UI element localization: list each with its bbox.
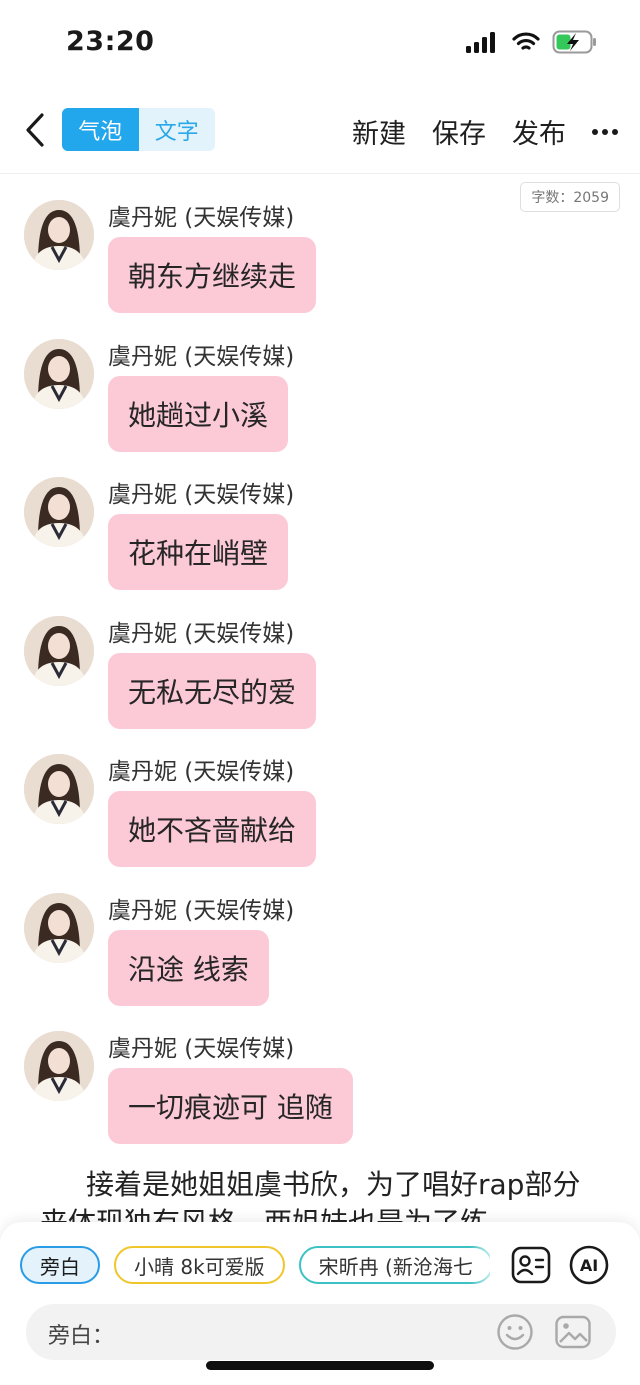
message-bubble[interactable]: 她不吝啬献给 xyxy=(108,791,317,867)
status-icons xyxy=(466,30,598,54)
image-icon xyxy=(555,1315,591,1349)
role-chip-song-xinran[interactable]: 宋昕冉 (新沧海七 xyxy=(298,1246,490,1284)
ai-button[interactable]: AI xyxy=(568,1244,610,1286)
chat-message[interactable]: 虞丹妮 (天娱传媒) 她趟过小溪 xyxy=(0,335,640,474)
roles-fade xyxy=(470,1246,500,1286)
back-button[interactable] xyxy=(18,108,52,152)
tab-bubble[interactable]: 气泡 xyxy=(62,108,139,151)
message-bubble[interactable]: 一切痕迹可 追随 xyxy=(108,1068,353,1144)
role-chip-narrator[interactable]: 旁白 xyxy=(20,1246,100,1284)
avatar[interactable] xyxy=(24,892,94,963)
sender-name: 虞丹妮 (天娱传媒) xyxy=(108,1036,295,1062)
mode-segmented-control: 气泡 文字 xyxy=(62,108,215,151)
ai-icon: AI xyxy=(569,1245,609,1285)
message-bubble[interactable]: 沿途 线索 xyxy=(108,929,269,1006)
sender-name: 虞丹妮 (天娱传媒) xyxy=(108,620,295,647)
avatar[interactable] xyxy=(24,1031,94,1101)
tab-text[interactable]: 文字 xyxy=(139,108,216,151)
avatar[interactable] xyxy=(24,200,94,270)
avatar[interactable] xyxy=(24,477,94,547)
message-bubble[interactable]: 她趟过小溪 xyxy=(108,375,289,452)
composer-role-label: 旁白： xyxy=(48,1324,115,1349)
chat-message[interactable]: 虞丹妮 (天娱传媒) 她不吝啬献给 xyxy=(0,750,640,889)
composer-input[interactable] xyxy=(110,1312,490,1352)
avatar[interactable] xyxy=(24,615,94,686)
message-list[interactable]: 虞丹妮 (天娱传媒) 朝东方继续走 虞丹妮 (天娱传媒) 她趟过小溪 虞丹妮 (… xyxy=(0,196,640,1166)
nav-actions: 新建 保存 发布 xyxy=(326,112,618,151)
wifi-icon xyxy=(512,32,540,50)
composer-input-bar: 旁白： xyxy=(26,1304,616,1360)
more-button[interactable] xyxy=(592,114,618,150)
role-chip-xiaoqing[interactable]: 小晴 8k可爱版 xyxy=(114,1246,285,1284)
nav-bar: 气泡 文字 新建 保存 发布 xyxy=(0,86,640,174)
chat-message[interactable]: 虞丹妮 (天娱传媒) 一切痕迹可 追随 xyxy=(0,1027,640,1166)
role-manage-button[interactable] xyxy=(510,1244,552,1286)
sender-name: 虞丹妮 (天娱传媒) xyxy=(108,897,295,924)
new-button[interactable]: 新建 xyxy=(352,112,406,151)
sender-name: 虞丹妮 (天娱传媒) xyxy=(108,759,295,785)
ai-icon-label: AI xyxy=(580,1256,598,1275)
sender-name: 虞丹妮 (天娱传媒) xyxy=(108,205,295,231)
status-bar: 23:20 xyxy=(0,0,640,86)
sender-name: 虞丹妮 (天娱传媒) xyxy=(108,343,295,370)
emoji-icon xyxy=(497,1314,533,1350)
more-icon xyxy=(592,128,618,135)
message-bubble[interactable]: 无私无尽的爱 xyxy=(108,652,317,729)
role-selector: 旁白 小晴 8k可爱版 宋昕冉 (新沧海七 xyxy=(20,1246,490,1286)
chat-message[interactable]: 虞丹妮 (天娱传媒) 沿途 线索 xyxy=(0,889,640,1028)
battery-charging-icon xyxy=(552,30,596,54)
avatar[interactable] xyxy=(24,754,94,824)
image-button[interactable] xyxy=(554,1313,592,1351)
contact-card-icon xyxy=(511,1246,551,1284)
avatar[interactable] xyxy=(24,338,94,409)
chat-message[interactable]: 虞丹妮 (天娱传媒) 朝东方继续走 xyxy=(0,196,640,335)
status-time: 23:20 xyxy=(66,26,155,57)
publish-button[interactable]: 发布 xyxy=(512,112,566,151)
message-bubble[interactable]: 朝东方继续走 xyxy=(108,237,317,313)
save-button[interactable]: 保存 xyxy=(432,112,486,151)
message-bubble[interactable]: 花种在峭壁 xyxy=(108,514,289,590)
chat-message[interactable]: 虞丹妮 (天娱传媒) 无私无尽的爱 xyxy=(0,612,640,751)
home-indicator xyxy=(206,1361,434,1370)
chat-message[interactable]: 虞丹妮 (天娱传媒) 花种在峭壁 xyxy=(0,473,640,612)
back-chevron-icon xyxy=(26,113,44,147)
signal-icon xyxy=(466,32,495,53)
emoji-button[interactable] xyxy=(496,1313,534,1351)
sender-name: 虞丹妮 (天娱传媒) xyxy=(108,482,295,508)
